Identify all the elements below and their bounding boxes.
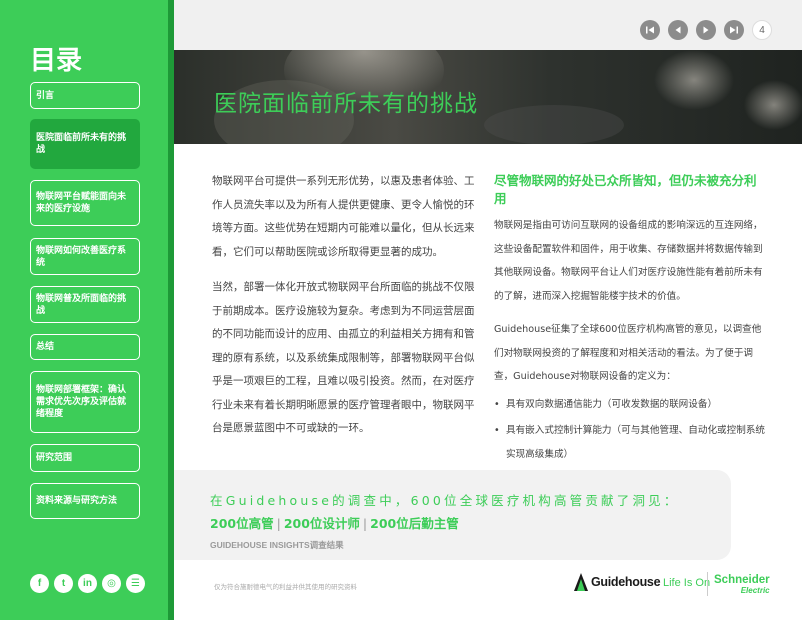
toc-item-summary[interactable]: 总结 bbox=[30, 334, 140, 360]
left-paragraph-1: 物联网平台可提供一系列无形优势，以惠及患者体验、工作人员流失率以及为所有人提供更… bbox=[212, 175, 475, 258]
page-number: 4 bbox=[752, 20, 772, 40]
schneider-wordmark: Schneider bbox=[714, 574, 770, 586]
stat-facility-managers: 200位后勤主管 bbox=[370, 516, 459, 531]
toc-item-framework[interactable]: 物联网部署框架：确认需求优先次序及评估就绪程度 bbox=[30, 371, 140, 433]
toc-item-challenges[interactable]: 医院面临前所未有的挑战 bbox=[30, 119, 140, 169]
toc-item-sources[interactable]: 资料来源与研究方法 bbox=[30, 483, 140, 519]
stat-executives: 200位高管 bbox=[210, 516, 274, 531]
toc-item-iot-adoption[interactable]: 物联网普及所面临的挑战 bbox=[30, 286, 140, 323]
last-page-icon bbox=[730, 26, 738, 34]
bullet-item: • 具有嵌入式控制计算能力（可与其他管理、自动化或控制系统实现高级集成） bbox=[494, 419, 766, 466]
bullet-item: • 具有双向数据通信能力（可收发数据的联网设备） bbox=[494, 393, 766, 417]
callout-headline: 在Guidehouse的调查中，600位全球医疗机构高管贡献了洞见： bbox=[210, 493, 680, 508]
right-column: 尽管物联网的好处已众所皆知，但仍未被充分利用 物联网是指由可访问互联网的设备组成… bbox=[494, 172, 766, 466]
left-paragraph-2: 当然，部署一体化开放式物联网平台所面临的挑战不仅限于前期成本。医疗设施较为复杂。… bbox=[212, 281, 475, 434]
right-paragraph-1: 物联网是指由可访问互联网的设备组成的影响深远的互连网络，这些设备配置软件和固件，… bbox=[494, 220, 763, 302]
right-heading: 尽管物联网的好处已众所皆知，但仍未被充分利用 bbox=[494, 173, 757, 206]
guidehouse-logo: Guidehouse bbox=[574, 573, 661, 591]
last-page-button[interactable] bbox=[724, 20, 744, 40]
first-page-button[interactable] bbox=[640, 20, 660, 40]
survey-callout: 在Guidehouse的调查中，600位全球医疗机构高管贡献了洞见： 200位高… bbox=[174, 470, 731, 560]
stat-designers: 200位设计师 bbox=[283, 516, 360, 531]
linkedin-icon[interactable]: in bbox=[78, 574, 97, 593]
toc-item-intro[interactable]: 引言 bbox=[30, 82, 140, 109]
callout-source: GUIDEHOUSE INSIGHTS调查结果 bbox=[210, 540, 344, 550]
stat-separator: | bbox=[276, 516, 281, 531]
next-page-icon bbox=[703, 26, 709, 34]
rss-icon[interactable]: ☰ bbox=[126, 574, 145, 593]
electric-wordmark: Electric bbox=[740, 586, 770, 595]
life-is-on-logo: Life Is On bbox=[663, 577, 711, 589]
schneider-electric-logo: Schneider Electric bbox=[714, 574, 770, 596]
prev-page-button[interactable] bbox=[668, 20, 688, 40]
twitter-icon[interactable]: t bbox=[54, 574, 73, 593]
stat-separator: | bbox=[362, 516, 368, 531]
bullet-dot-icon: • bbox=[494, 398, 500, 410]
first-page-icon bbox=[646, 26, 654, 34]
toc-title: 目录 bbox=[30, 46, 83, 76]
footer-disclaimer: 仅为符合施耐德电气的利益并供其使用的研究资料 bbox=[214, 583, 357, 591]
bullet-dot-icon: • bbox=[494, 425, 500, 436]
hero-banner: 医院面临前所未有的挑战 bbox=[174, 50, 802, 144]
facebook-icon[interactable]: f bbox=[30, 574, 49, 593]
next-page-button[interactable] bbox=[696, 20, 716, 40]
guidehouse-mark-icon bbox=[574, 573, 588, 591]
social-links: f t in ◎ ☰ bbox=[30, 574, 145, 593]
toc-item-scope[interactable]: 研究范围 bbox=[30, 444, 140, 472]
instagram-icon[interactable]: ◎ bbox=[102, 574, 121, 593]
logo-divider bbox=[707, 572, 708, 596]
toc-item-iot-platform[interactable]: 物联网平台赋能面向未来的医疗设施 bbox=[30, 180, 140, 226]
page-title: 医院面临前所未有的挑战 bbox=[214, 91, 478, 117]
guidehouse-wordmark: Guidehouse bbox=[591, 575, 661, 589]
right-paragraph-2: Guidehouse征集了全球600位医疗机构高管的意见，以调查他们对物联网投资… bbox=[494, 324, 762, 382]
bullet-text: 具有双向数据通信能力（可收发数据的联网设备） bbox=[506, 398, 718, 410]
toc-item-iot-improve[interactable]: 物联网如何改善医疗系统 bbox=[30, 238, 140, 275]
prev-page-icon bbox=[675, 26, 681, 34]
left-column: 物联网平台可提供一系列无形优势，以惠及患者体验、工作人员流失率以及为所有人提供更… bbox=[212, 170, 477, 441]
callout-stats: 200位高管 | 200位设计师 | 200位后勤主管 bbox=[210, 513, 459, 532]
bullet-text: 具有嵌入式控制计算能力（可与其他管理、自动化或控制系统实现高级集成） bbox=[506, 425, 766, 460]
